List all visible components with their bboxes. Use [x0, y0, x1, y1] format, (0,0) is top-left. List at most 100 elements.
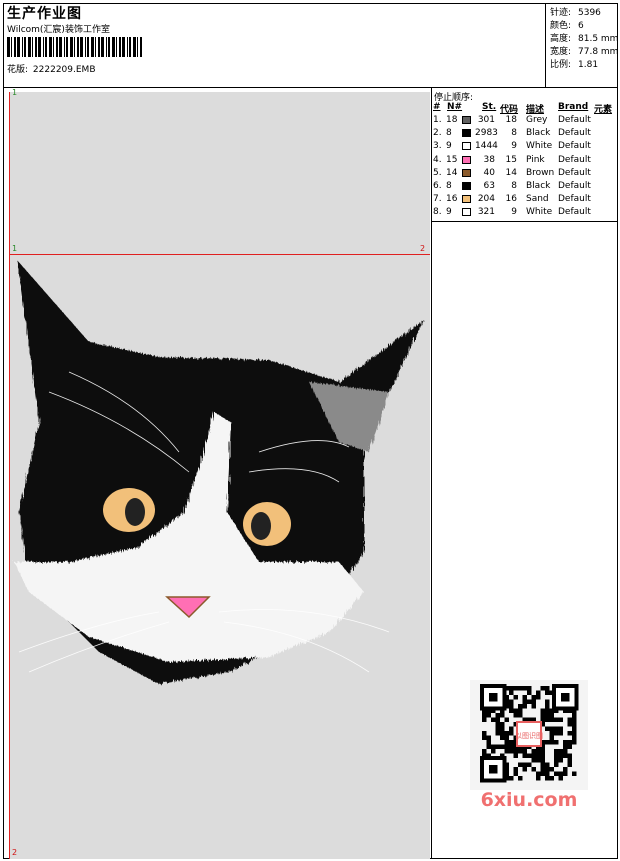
col-header-element: 元素	[594, 105, 613, 115]
row-stitches: 63	[483, 181, 495, 191]
col-header-code: 代码	[500, 105, 519, 115]
row-n: 18	[446, 115, 458, 125]
row-stitches: 40	[483, 167, 495, 178]
color-swatch	[462, 182, 471, 190]
marker-mid-right: 2	[420, 244, 426, 253]
color-swatch	[462, 129, 471, 138]
color-swatch	[462, 155, 471, 164]
qr-code-icon: 以图识图	[470, 680, 588, 790]
row-n: 14	[446, 167, 458, 178]
marker-top-left: 1	[12, 88, 18, 97]
row-code: 15	[505, 154, 517, 165]
row-n: 8	[446, 181, 452, 191]
vertical-guide-line	[9, 92, 10, 859]
left-pupil	[125, 498, 145, 526]
row-code: 9	[511, 207, 517, 218]
cat-embroidery	[14, 260, 424, 684]
row-n: 9	[446, 141, 452, 152]
row-stitches: 2983	[475, 128, 498, 139]
row-description: Brown	[526, 167, 555, 178]
marker-bottom-left: 2	[12, 848, 18, 857]
row-description: White	[526, 141, 553, 152]
studio-name: Wilcom(汇宸)装饰工作室	[7, 25, 110, 35]
row-stitches: 1444	[475, 141, 498, 152]
stats-divider	[545, 3, 546, 87]
stat-stitches: 针迹: 5396	[550, 5, 601, 18]
stat-label: 颜色:	[550, 21, 572, 31]
color-swatch	[462, 142, 471, 151]
file-name: 2222209.EMB	[32, 65, 96, 75]
stat-scale: 比例: 1.81	[550, 57, 598, 70]
row-stitches: 321	[477, 207, 495, 218]
row-description: Sand	[526, 194, 549, 205]
row-description: White	[526, 207, 553, 218]
stat-label: 比例:	[550, 60, 572, 70]
table-row: 7. 16 204 16 Sand Default	[433, 194, 617, 207]
barcode	[7, 37, 142, 57]
row-n: 16	[446, 194, 458, 205]
svg-text:以图识图: 以图识图	[515, 732, 543, 740]
row-stitches: 301	[477, 115, 495, 125]
right-pupil	[251, 512, 271, 540]
table-row: 5. 14 40 14 Brown Default	[433, 168, 617, 181]
row-brand: Default	[558, 207, 591, 218]
color-swatch	[462, 195, 471, 204]
stat-height: 高度: 81.5 mm	[550, 31, 618, 44]
stat-label: 高度:	[550, 34, 572, 44]
col-header-description: 描述	[526, 105, 545, 115]
table-divider	[431, 221, 618, 222]
marker-mid-left: 1	[12, 244, 18, 253]
row-description: Black	[526, 128, 551, 139]
stat-width: 宽度: 77.8 mm	[550, 44, 618, 57]
page-title: 生产作业图	[7, 6, 82, 22]
stat-value: 6	[578, 21, 584, 31]
file-label: 花版:	[7, 65, 29, 75]
table-row: 3. 9 1444 9 White Default	[433, 141, 617, 154]
row-stitches: 38	[483, 154, 495, 165]
row-index: 8.	[433, 207, 442, 218]
stat-label: 宽度:	[550, 47, 572, 57]
row-index: 3.	[433, 141, 442, 152]
row-code: 14	[505, 167, 517, 178]
row-index: 5.	[433, 167, 442, 178]
row-code: 8	[511, 128, 517, 139]
canvas-divider	[431, 87, 432, 859]
row-brand: Default	[558, 141, 591, 152]
row-index: 7.	[433, 194, 442, 205]
color-swatch	[462, 208, 471, 217]
row-brand: Default	[558, 128, 591, 139]
row-code: 8	[511, 181, 517, 191]
row-brand: Default	[558, 181, 591, 191]
col-header-n: N#	[447, 102, 463, 112]
row-brand: Default	[558, 194, 591, 205]
row-description: Pink	[526, 154, 545, 165]
color-swatch	[462, 168, 471, 177]
row-code: 16	[505, 194, 517, 205]
row-stitches: 204	[477, 194, 495, 205]
table-row: 6. 8 63 8 Black Default	[433, 181, 617, 194]
table-row: 1. 18 301 18 Grey Default	[433, 115, 617, 128]
stat-colors: 颜色: 6	[550, 18, 584, 31]
stat-value: 5396	[578, 8, 601, 18]
row-description: Grey	[526, 115, 548, 125]
row-n: 8	[446, 128, 452, 139]
table-row: 8. 9 321 9 White Default	[433, 207, 617, 220]
row-index: 4.	[433, 154, 442, 165]
col-header-stitches: St.	[482, 102, 497, 112]
col-header-index: #	[433, 102, 441, 112]
stat-value: 81.5 mm	[578, 34, 619, 44]
table-row: 4. 15 38 15 Pink Default	[433, 155, 617, 168]
file-line: 花版: 2222209.EMB	[7, 62, 96, 75]
row-index: 2.	[433, 128, 442, 139]
row-index: 1.	[433, 115, 442, 125]
horizontal-guide-line	[9, 254, 430, 255]
table-row: 2. 8 2983 8 Black Default	[433, 128, 617, 141]
row-brand: Default	[558, 167, 591, 178]
row-n: 15	[446, 154, 458, 165]
col-header-brand: Brand	[558, 102, 589, 112]
row-code: 18	[505, 115, 517, 125]
stat-value: 1.81	[578, 60, 599, 70]
watermark-text: 6xiu.com	[480, 789, 578, 811]
row-description: Black	[526, 181, 551, 191]
stat-value: 77.8 mm	[578, 47, 619, 57]
